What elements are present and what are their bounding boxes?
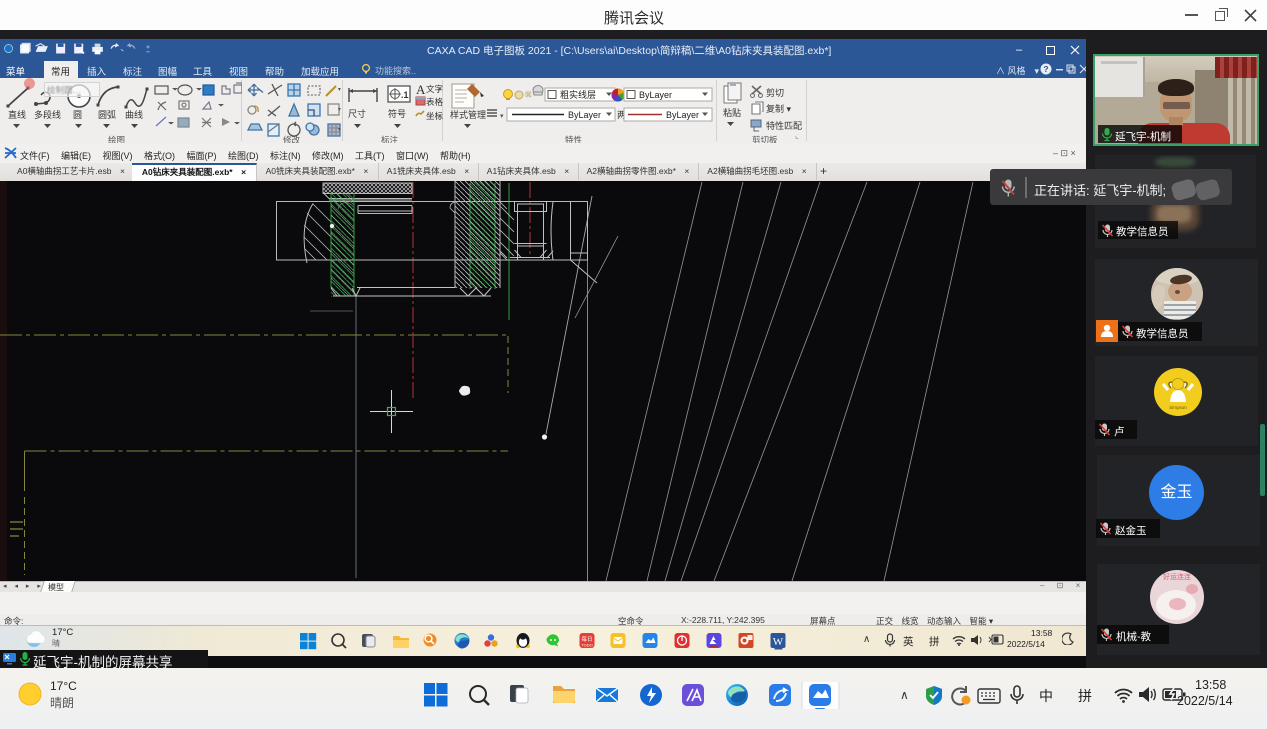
svg-text:A: A [416, 82, 426, 97]
svg-text:?: ? [1043, 64, 1048, 74]
svg-text:ByLayer: ByLayer [666, 110, 699, 120]
svg-text:样式管理: 样式管理 [450, 109, 486, 120]
svg-text:多段线: 多段线 [34, 109, 61, 120]
svg-text:粘贴: 粘贴 [723, 107, 741, 118]
svg-text:符号: 符号 [388, 108, 406, 119]
svg-text:.1: .1 [401, 90, 409, 100]
svg-text:圆弧: 圆弧 [98, 109, 116, 120]
svg-text:曲线: 曲线 [125, 109, 143, 120]
svg-text:▾: ▾ [438, 113, 442, 120]
svg-text:直线: 直线 [8, 109, 26, 120]
svg-text:Simpson: Simpson [1169, 405, 1187, 410]
svg-text:圆: 圆 [73, 110, 82, 120]
svg-text:W: W [773, 636, 784, 648]
svg-text:TODO: TODO [581, 643, 592, 648]
svg-text:▾: ▾ [500, 113, 504, 120]
svg-text:ByLayer: ByLayer [639, 90, 672, 100]
svg-text:特性匹配: 特性匹配 [766, 120, 802, 131]
svg-text:▾: ▾ [438, 86, 442, 93]
svg-text:尺寸: 尺寸 [348, 108, 366, 119]
svg-text:表格: 表格 [426, 97, 443, 107]
svg-text:粗实线层: 粗实线层 [560, 89, 596, 100]
svg-text:复制 ▾: 复制 ▾ [766, 103, 792, 114]
svg-text:ByLayer: ByLayer [568, 110, 601, 120]
svg-text:剪切: 剪切 [766, 87, 784, 98]
